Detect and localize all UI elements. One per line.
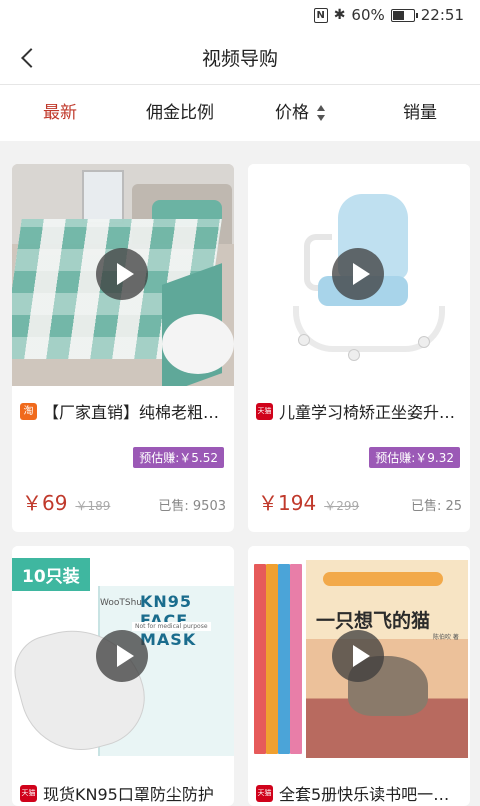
- product-card[interactable]: 一只想飞的猫 陈伯吹 著 天猫 全套5册快乐读书吧一只想飞的猫: [248, 546, 470, 806]
- tmall-icon: 天猫: [256, 784, 273, 802]
- image-book-spine: [266, 564, 278, 754]
- price-row: ￥194 ￥299 已售: 25: [258, 487, 462, 516]
- product-title[interactable]: 天猫 儿童学习椅矫正坐姿升降椅: [256, 400, 462, 422]
- tab-commission[interactable]: 佣金比例: [120, 85, 240, 141]
- product-image[interactable]: WooTShu KN95 FACE MASK Not for medical p…: [12, 546, 234, 768]
- product-title-text: 全套5册快乐读书吧一只想飞的猫: [279, 785, 462, 804]
- tab-label: 最新: [43, 103, 77, 123]
- product-title-text: 儿童学习椅矫正坐姿升降椅: [279, 403, 462, 422]
- battery-tip: [415, 12, 418, 18]
- image-wheel: [418, 336, 430, 348]
- image-book-title: 一只想飞的猫: [316, 610, 431, 632]
- estimated-earning-badge: 预估赚:￥5.52: [133, 447, 224, 468]
- image-book-ribbon: [323, 572, 443, 586]
- product-title[interactable]: 天猫 现货KN95口罩防尘防护: [20, 782, 226, 804]
- product-image[interactable]: 一只想飞的猫 陈伯吹 著: [248, 546, 470, 768]
- app-header: 视频导购: [0, 32, 480, 85]
- sold-count: 已售: 25: [410, 499, 462, 514]
- taobao-icon: 淘: [20, 402, 37, 420]
- image-mask-sub: Not for medical purpose: [132, 622, 211, 631]
- play-icon[interactable]: [332, 248, 384, 300]
- product-title-text: 【厂家直销】纯棉老粗布床单: [43, 403, 226, 422]
- image-wheel: [298, 334, 310, 346]
- tab-label: 价格: [275, 103, 309, 123]
- nfc-icon: N: [313, 7, 328, 23]
- price: ￥194: [258, 491, 317, 515]
- price: ￥69: [22, 491, 68, 515]
- battery-fill: [392, 10, 404, 20]
- sort-arrows-icon: [317, 104, 325, 122]
- play-icon[interactable]: [332, 630, 384, 682]
- product-title-text: 现货KN95口罩防尘防护: [43, 785, 214, 804]
- image-window: [82, 170, 124, 224]
- status-icons: N ✱ 60% 22:51: [313, 6, 464, 24]
- image-book-spine: [254, 564, 266, 754]
- tab-label: 销量: [403, 103, 437, 123]
- original-price: ￥299: [324, 499, 360, 513]
- product-title[interactable]: 天猫 全套5册快乐读书吧一只想飞的猫: [256, 782, 462, 804]
- product-image[interactable]: [248, 164, 470, 386]
- clock: 22:51: [420, 6, 464, 24]
- image-book-spine: [290, 564, 302, 754]
- price-row: ￥69 ￥189 已售: 9503: [22, 487, 226, 516]
- image-wheel: [348, 349, 360, 361]
- tmall-icon: 天猫: [256, 402, 273, 420]
- play-icon[interactable]: [96, 630, 148, 682]
- bluetooth-icon: ✱: [333, 7, 346, 23]
- battery-percent: 60%: [351, 6, 385, 24]
- play-icon[interactable]: [96, 248, 148, 300]
- estimated-earning-badge: 预估赚:￥9.32: [369, 447, 460, 468]
- original-price: ￥189: [75, 499, 111, 513]
- image-book-author: 陈伯吹 著: [433, 634, 459, 641]
- status-bar: N ✱ 60% 22:51: [0, 0, 480, 32]
- quantity-badge: 10只装: [12, 558, 90, 591]
- tab-latest[interactable]: 最新: [0, 85, 120, 141]
- image-mask-brand: WooTShu: [100, 598, 143, 608]
- tab-label: 佣金比例: [146, 103, 214, 123]
- page-title: 视频导购: [201, 48, 278, 70]
- sold-count: 已售: 9503: [158, 499, 226, 514]
- image-book-spine: [278, 564, 290, 754]
- product-card[interactable]: 天猫 儿童学习椅矫正坐姿升降椅 预估赚:￥9.32 ￥194 ￥299 已售: …: [248, 164, 470, 532]
- image-mask-box-title: KN95 FACE MASK: [140, 592, 197, 649]
- tab-sales[interactable]: 销量: [360, 85, 480, 141]
- product-card[interactable]: 淘 【厂家直销】纯棉老粗布床单 预估赚:￥5.52 ￥69 ￥189 已售: 9…: [12, 164, 234, 532]
- product-image[interactable]: [12, 164, 234, 386]
- product-title[interactable]: 淘 【厂家直销】纯棉老粗布床单: [20, 400, 226, 422]
- tmall-icon: 天猫: [20, 784, 37, 802]
- battery-icon: [390, 8, 418, 22]
- sort-tabs: 最新 佣金比例 价格 销量: [0, 85, 480, 141]
- image-rug: [162, 314, 234, 374]
- product-card[interactable]: WooTShu KN95 FACE MASK Not for medical p…: [12, 546, 234, 806]
- tab-price[interactable]: 价格: [240, 85, 360, 141]
